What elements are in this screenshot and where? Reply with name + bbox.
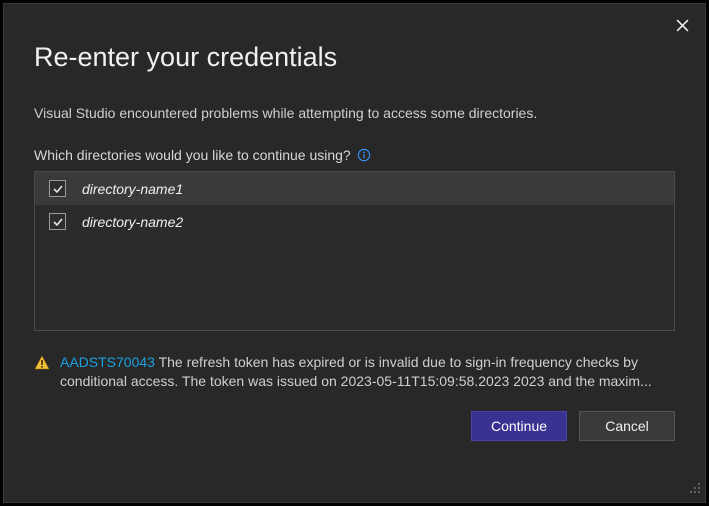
directory-row[interactable]: directory-name1	[35, 172, 674, 205]
directory-label: directory-name1	[82, 181, 183, 197]
warning-icon	[34, 355, 50, 391]
check-icon	[52, 183, 64, 195]
error-message: AADSTS70043 The refresh token has expire…	[34, 353, 675, 391]
directory-label: directory-name2	[82, 214, 183, 230]
check-icon	[52, 216, 64, 228]
titlebar	[4, 4, 705, 38]
button-row: Continue Cancel	[34, 411, 675, 441]
close-button[interactable]	[669, 12, 695, 38]
dialog-title: Re-enter your credentials	[34, 42, 675, 73]
directory-checkbox[interactable]	[49, 213, 66, 230]
error-text: AADSTS70043 The refresh token has expire…	[60, 353, 675, 391]
question-text: Which directories would you like to cont…	[34, 147, 351, 163]
cancel-button[interactable]: Cancel	[579, 411, 675, 441]
close-icon	[676, 19, 689, 32]
info-icon[interactable]	[357, 148, 371, 162]
question-row: Which directories would you like to cont…	[34, 147, 675, 163]
error-code: AADSTS70043	[60, 354, 155, 370]
continue-button[interactable]: Continue	[471, 411, 567, 441]
dialog-content: Re-enter your credentials Visual Studio …	[4, 38, 705, 502]
directory-row[interactable]: directory-name2	[35, 205, 674, 238]
resize-grip[interactable]	[689, 481, 701, 499]
directory-list[interactable]: directory-name1 directory-name2	[34, 171, 675, 331]
dialog-subtitle: Visual Studio encountered problems while…	[34, 105, 675, 121]
directory-checkbox[interactable]	[49, 180, 66, 197]
credentials-dialog: Re-enter your credentials Visual Studio …	[3, 3, 706, 503]
